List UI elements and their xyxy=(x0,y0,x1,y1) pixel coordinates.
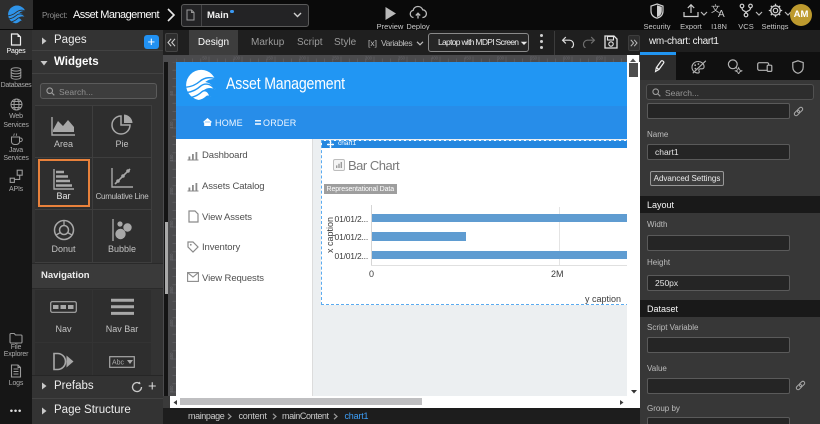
svg-text:300: 300 xyxy=(365,56,373,61)
svg-text:250: 250 xyxy=(169,220,174,228)
svg-text:600: 600 xyxy=(563,56,571,61)
svg-text:400: 400 xyxy=(169,319,174,327)
svg-text:200: 200 xyxy=(169,187,174,195)
svg-text:500: 500 xyxy=(497,56,505,61)
svg-text:350: 350 xyxy=(169,286,174,294)
svg-text:650: 650 xyxy=(596,56,604,61)
svg-text:100: 100 xyxy=(169,121,174,129)
svg-text:350: 350 xyxy=(398,56,406,61)
svg-text:Abc: Abc xyxy=(112,360,125,367)
svg-text:550: 550 xyxy=(530,56,538,61)
svg-text:450: 450 xyxy=(169,352,174,360)
svg-text:100: 100 xyxy=(233,56,241,61)
svg-text:150: 150 xyxy=(266,56,274,61)
svg-text:200: 200 xyxy=(299,56,307,61)
svg-text:A: A xyxy=(718,9,725,18)
svg-text:250: 250 xyxy=(332,56,340,61)
svg-text:50: 50 xyxy=(169,90,174,95)
svg-text:150: 150 xyxy=(169,154,174,162)
svg-text:50: 50 xyxy=(202,56,207,61)
svg-text:500: 500 xyxy=(169,385,174,393)
svg-text:300: 300 xyxy=(169,253,174,261)
svg-text:400: 400 xyxy=(431,56,439,61)
svg-text:450: 450 xyxy=(464,56,472,61)
